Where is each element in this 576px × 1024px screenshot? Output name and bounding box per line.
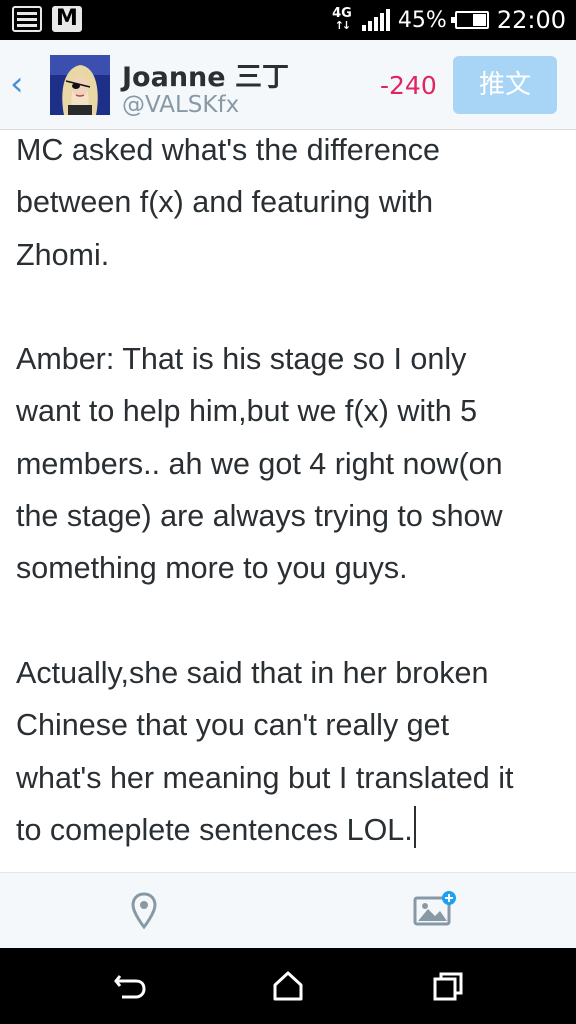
recent-apps-icon[interactable]: [430, 970, 466, 1002]
battery-icon: [450, 11, 489, 29]
network-4g-icon: 4G ↑↓: [330, 7, 354, 32]
signal-icon: [361, 9, 390, 31]
compose-header: ‹ Joanne 三丁 @VALSKfx -240 推文: [0, 40, 576, 130]
notification-icons: [12, 6, 82, 32]
compose-toolbar: [0, 872, 576, 948]
add-photo-icon[interactable]: [412, 889, 458, 929]
user-handle: @VALSKfx: [122, 92, 240, 118]
home-icon[interactable]: [270, 970, 306, 1002]
navigation-bar: [0, 948, 576, 1024]
battery-percent: 45%: [397, 7, 447, 33]
tweet-text-input[interactable]: MC asked what's the difference between f…: [16, 130, 564, 856]
system-status: 4G ↑↓ 45% 22:00: [330, 0, 566, 40]
location-pin-icon[interactable]: [128, 891, 160, 931]
avatar-image: [50, 55, 110, 115]
gallery-icon: [12, 6, 42, 32]
status-bar: 4G ↑↓ 45% 22:00: [0, 0, 576, 40]
clock: 22:00: [496, 6, 566, 34]
user-display-name: Joanne 三丁: [122, 62, 289, 93]
text-cursor: [413, 805, 416, 848]
tweet-text: MC asked what's the difference between f…: [16, 133, 514, 847]
avatar[interactable]: [50, 55, 110, 115]
back-chevron-icon[interactable]: ‹: [10, 66, 40, 106]
character-count: -240: [380, 71, 437, 100]
gmail-icon: [52, 6, 82, 32]
tweet-button[interactable]: 推文: [453, 56, 557, 114]
tweet-compose-area[interactable]: MC asked what's the difference between f…: [0, 130, 576, 872]
back-icon[interactable]: [112, 970, 148, 1002]
